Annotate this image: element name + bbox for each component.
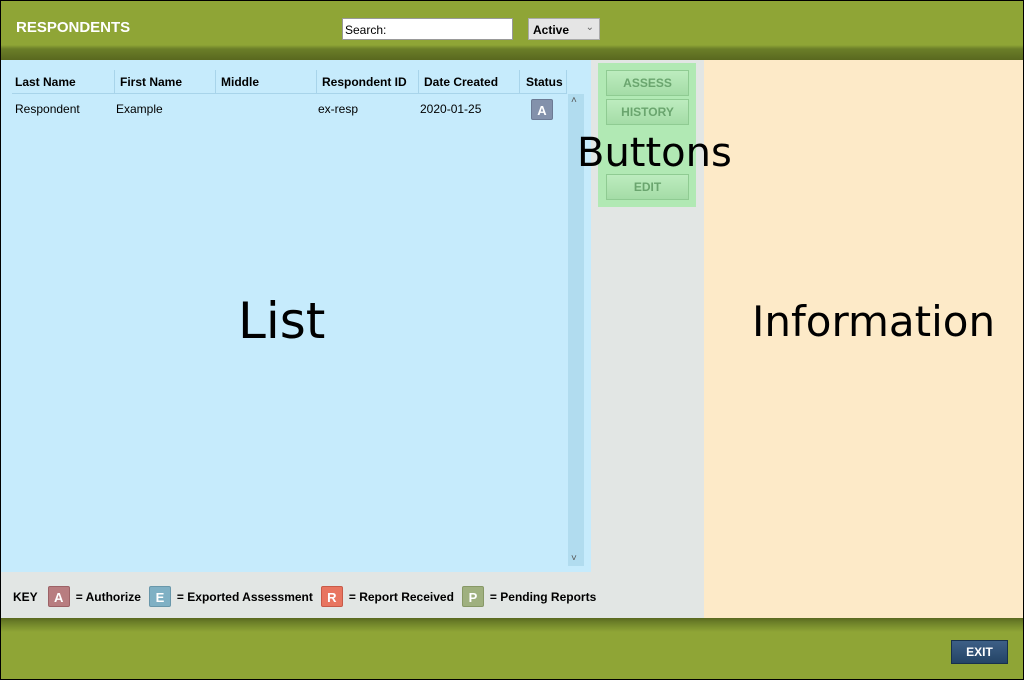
column-header-date-created[interactable]: Date Created xyxy=(420,70,520,94)
pending-text: = Pending Reports xyxy=(489,589,597,604)
exit-button[interactable]: EXIT xyxy=(951,640,1008,664)
status-filter-select[interactable]: Active ⌄ xyxy=(528,18,600,40)
scroll-up-icon[interactable]: ˄ xyxy=(571,95,577,106)
cell-first-name[interactable]: Example xyxy=(116,102,163,116)
key-label: KEY xyxy=(13,589,38,604)
scroll-down-icon[interactable]: ˅ xyxy=(571,553,577,564)
column-header-middle[interactable]: Middle xyxy=(217,70,317,94)
footer-bar xyxy=(1,618,1023,679)
column-header-last-name[interactable]: Last Name xyxy=(15,70,115,94)
authorize-badge: A xyxy=(47,586,70,607)
status-badge: A xyxy=(531,99,553,120)
header-divider xyxy=(12,93,567,94)
filter-value: Active xyxy=(533,23,570,37)
assess-button[interactable]: ASSESS xyxy=(606,70,689,96)
search-input[interactable]: Search: xyxy=(342,18,513,40)
key-row: KEY A = Authorize E = Exported Assessmen… xyxy=(13,586,596,607)
buttons-region-label: Buttons xyxy=(577,130,732,176)
column-header-respondent-id[interactable]: Respondent ID xyxy=(318,70,419,94)
cell-date-created[interactable]: 2020-01-25 xyxy=(420,102,481,116)
exported-text: = Exported Assessment xyxy=(176,589,313,604)
exported-badge: E xyxy=(148,586,171,607)
report-received-badge: R xyxy=(320,586,343,607)
pending-badge: P xyxy=(461,586,484,607)
column-header-first-name[interactable]: First Name xyxy=(116,70,216,94)
information-region-label: Information xyxy=(752,297,996,346)
column-header-status[interactable]: Status xyxy=(521,70,567,94)
history-button[interactable]: HISTORY xyxy=(606,99,689,125)
chevron-down-icon: ⌄ xyxy=(585,22,594,33)
page-title: RESPONDENTS xyxy=(16,19,131,36)
list-region-label: List xyxy=(238,292,326,350)
authorize-text: = Authorize xyxy=(75,589,141,604)
edit-button[interactable]: EDIT xyxy=(606,174,689,200)
cell-last-name[interactable]: Respondent xyxy=(15,102,80,116)
cell-respondent-id[interactable]: ex-resp xyxy=(318,102,358,116)
report-received-text: = Report Received xyxy=(348,589,454,604)
